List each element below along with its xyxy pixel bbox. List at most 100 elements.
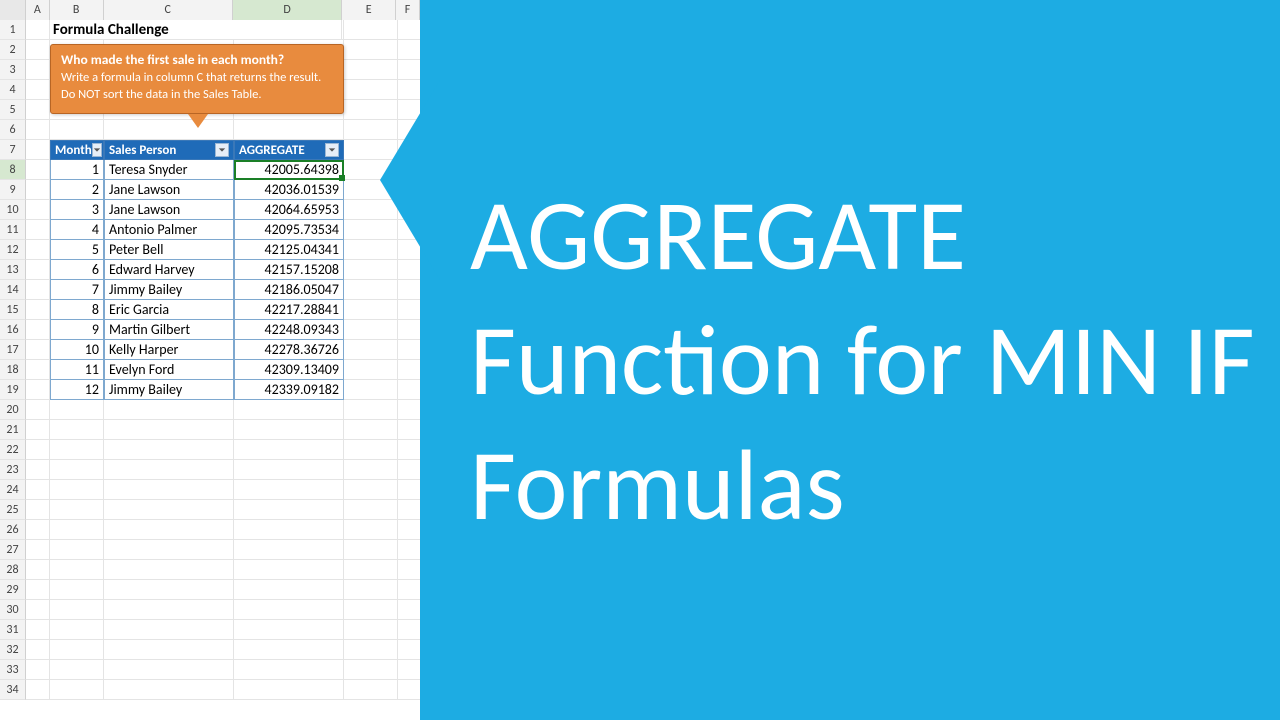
table-cell-person[interactable]: Peter Bell (104, 240, 234, 260)
cell[interactable] (398, 20, 422, 40)
cell[interactable] (344, 600, 398, 620)
table-cell-month[interactable]: 4 (50, 220, 104, 240)
cell[interactable] (398, 600, 422, 620)
cell[interactable] (50, 580, 104, 600)
cell[interactable] (50, 520, 104, 540)
cell[interactable] (398, 460, 422, 480)
cell[interactable] (344, 620, 398, 640)
cell[interactable] (50, 680, 104, 700)
cell[interactable] (50, 600, 104, 620)
cell[interactable] (104, 420, 234, 440)
table-cell-person[interactable]: Jane Lawson (104, 180, 234, 200)
table-cell-month[interactable]: 6 (50, 260, 104, 280)
cell[interactable] (26, 380, 50, 400)
cell-grid[interactable]: Formula Challenge Who made the first sal… (26, 20, 420, 720)
cell[interactable] (26, 580, 50, 600)
table-cell-person[interactable]: Jane Lawson (104, 200, 234, 220)
cell[interactable] (50, 480, 104, 500)
cell[interactable] (344, 380, 398, 400)
cell[interactable] (26, 240, 50, 260)
cell[interactable] (398, 560, 422, 580)
row-header-12[interactable]: 12 (0, 240, 26, 260)
row-header-4[interactable]: 4 (0, 80, 26, 100)
cell[interactable] (26, 420, 50, 440)
cell[interactable] (344, 460, 398, 480)
row-header-28[interactable]: 28 (0, 560, 26, 580)
cell[interactable] (398, 400, 422, 420)
cell[interactable] (234, 460, 344, 480)
cell[interactable] (234, 540, 344, 560)
col-header-D[interactable]: D (233, 0, 342, 20)
cell[interactable] (398, 420, 422, 440)
table-cell-person[interactable]: Martin Gilbert (104, 320, 234, 340)
cell[interactable] (104, 120, 234, 140)
select-all-corner[interactable] (0, 0, 26, 20)
table-cell-person[interactable]: Antonio Palmer (104, 220, 234, 240)
cell[interactable] (26, 200, 50, 220)
row-header-18[interactable]: 18 (0, 360, 26, 380)
cell[interactable] (398, 440, 422, 460)
cell[interactable] (398, 500, 422, 520)
cell[interactable] (234, 440, 344, 460)
cell[interactable] (344, 440, 398, 460)
row-header-30[interactable]: 30 (0, 600, 26, 620)
cell[interactable] (398, 680, 422, 700)
cell[interactable] (234, 120, 344, 140)
row-header-15[interactable]: 15 (0, 300, 26, 320)
cell[interactable] (234, 560, 344, 580)
cell[interactable] (234, 680, 344, 700)
cell[interactable] (104, 640, 234, 660)
row-header-17[interactable]: 17 (0, 340, 26, 360)
filter-icon[interactable] (215, 143, 229, 157)
table-cell-aggregate[interactable]: 42186.05047 (234, 280, 344, 300)
row-header-2[interactable]: 2 (0, 40, 26, 60)
cell[interactable] (104, 520, 234, 540)
row-header-32[interactable]: 32 (0, 640, 26, 660)
cell[interactable] (234, 420, 344, 440)
cell[interactable] (234, 580, 344, 600)
cell[interactable] (234, 400, 344, 420)
cell[interactable] (344, 340, 398, 360)
cell[interactable] (398, 660, 422, 680)
table-cell-aggregate[interactable]: 42064.65953 (234, 200, 344, 220)
cell[interactable] (50, 560, 104, 580)
row-header-1[interactable]: 1 (0, 20, 26, 40)
row-header-20[interactable]: 20 (0, 400, 26, 420)
cell[interactable] (344, 680, 398, 700)
row-header-13[interactable]: 13 (0, 260, 26, 280)
row-header-9[interactable]: 9 (0, 180, 26, 200)
table-cell-aggregate[interactable]: 42005.64398 (234, 160, 344, 180)
cell[interactable] (398, 360, 422, 380)
cell[interactable] (26, 40, 50, 60)
row-header-27[interactable]: 27 (0, 540, 26, 560)
row-header-24[interactable]: 24 (0, 480, 26, 500)
cell[interactable] (50, 120, 104, 140)
row-header-3[interactable]: 3 (0, 60, 26, 80)
cell[interactable] (398, 380, 422, 400)
row-header-21[interactable]: 21 (0, 420, 26, 440)
cell[interactable] (344, 300, 398, 320)
cell[interactable] (26, 100, 50, 120)
cell[interactable] (50, 620, 104, 640)
table-cell-person[interactable]: Kelly Harper (104, 340, 234, 360)
cell[interactable] (104, 460, 234, 480)
cell[interactable] (344, 320, 398, 340)
row-header-23[interactable]: 23 (0, 460, 26, 480)
cell[interactable] (26, 300, 50, 320)
cell[interactable] (234, 520, 344, 540)
cell[interactable] (398, 300, 422, 320)
row-header-22[interactable]: 22 (0, 440, 26, 460)
cell[interactable] (104, 600, 234, 620)
row-header-19[interactable]: 19 (0, 380, 26, 400)
table-cell-month[interactable]: 12 (50, 380, 104, 400)
cell[interactable] (104, 580, 234, 600)
table-cell-person[interactable]: Edward Harvey (104, 260, 234, 280)
table-cell-aggregate[interactable]: 42217.28841 (234, 300, 344, 320)
cell[interactable] (234, 480, 344, 500)
table-cell-aggregate[interactable]: 42036.01539 (234, 180, 344, 200)
cell[interactable] (104, 620, 234, 640)
cell[interactable] (50, 420, 104, 440)
col-header-C[interactable]: C (104, 0, 233, 20)
cell[interactable] (26, 20, 50, 40)
cell[interactable] (26, 440, 50, 460)
